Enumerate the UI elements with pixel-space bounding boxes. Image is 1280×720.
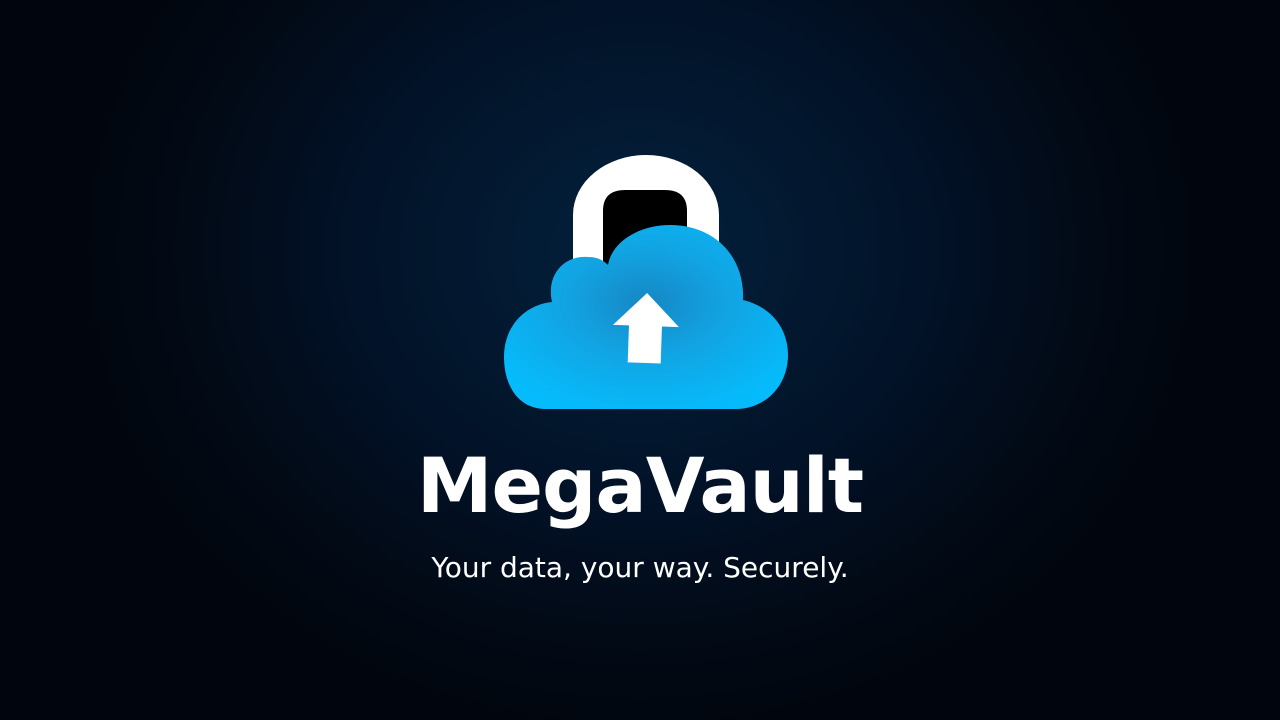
app-tagline: Your data, your way. Securely. [431,551,849,584]
app-title: MegaVault [416,441,864,530]
splash-screen: MegaVault Your data, your way. Securely. [0,0,1280,720]
cloud-lock-upload-icon [490,145,800,425]
